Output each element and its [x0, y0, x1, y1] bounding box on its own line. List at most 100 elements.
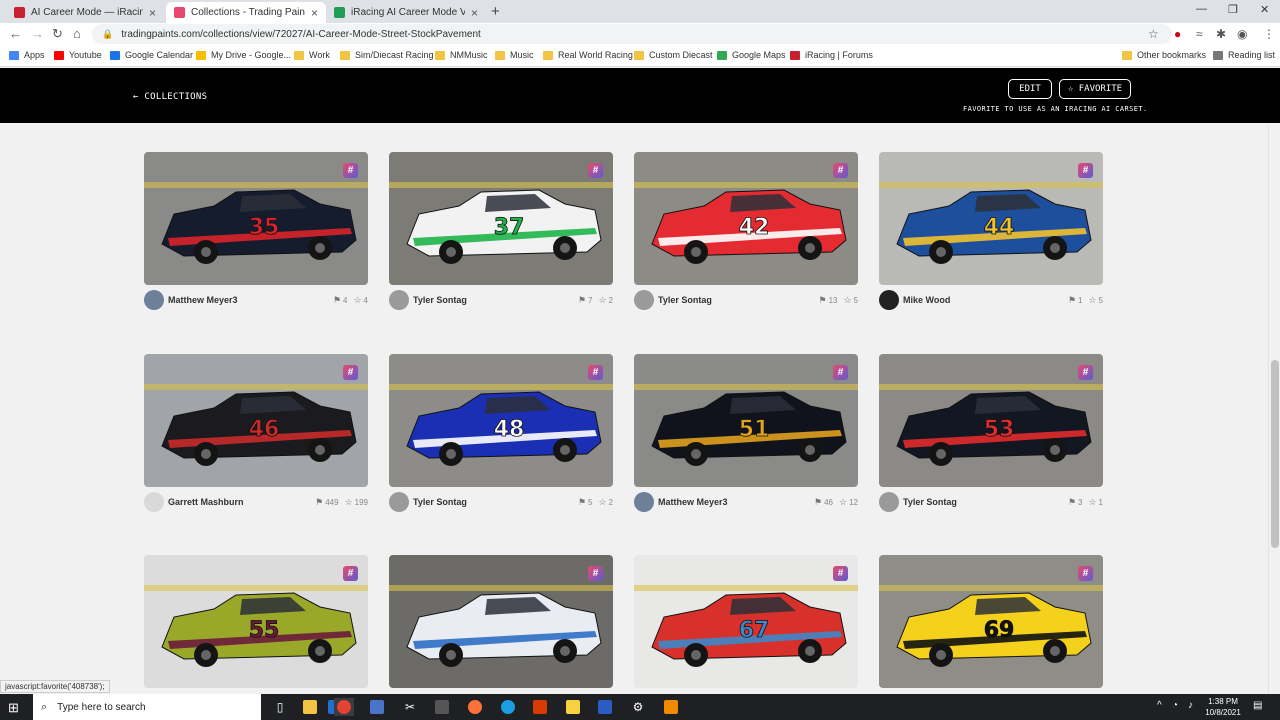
- back-arrow-icon[interactable]: ←: [9, 26, 22, 41]
- favorite-button[interactable]: ☆ FAVORITE: [1059, 79, 1131, 99]
- favorite-star-icon[interactable]: ☆: [843, 295, 851, 306]
- bookmark-work[interactable]: Work: [294, 50, 330, 60]
- hashtag-badge-icon[interactable]: #: [588, 365, 603, 380]
- reload-icon[interactable]: ↻: [52, 26, 63, 42]
- bookmark-nmmusic[interactable]: NMMusic: [435, 50, 488, 60]
- snip-tool-icon[interactable]: ✂: [400, 698, 420, 716]
- close-icon[interactable]: ×: [471, 6, 478, 20]
- sticky-notes-icon[interactable]: [563, 698, 583, 716]
- author-avatar[interactable]: [879, 290, 899, 310]
- bookmark-custom-diecast[interactable]: Custom Diecast: [634, 50, 713, 60]
- tray-chevron-up-icon[interactable]: ^: [1157, 700, 1162, 711]
- author-name[interactable]: Matthew Meyer3: [168, 295, 327, 305]
- paint-thumbnail[interactable]: 51 #: [634, 354, 858, 487]
- hashtag-badge-icon[interactable]: #: [833, 566, 848, 581]
- bookmark-google-maps[interactable]: Google Maps: [717, 50, 786, 60]
- chrome-icon[interactable]: [334, 698, 354, 716]
- minimize-icon[interactable]: —: [1196, 3, 1207, 15]
- hashtag-badge-icon[interactable]: #: [343, 163, 358, 178]
- paint-thumbnail[interactable]: 46 #: [144, 354, 368, 487]
- taskbar-search[interactable]: ⌕ Type here to search: [33, 694, 261, 720]
- favorite-star-icon[interactable]: ☆: [353, 295, 361, 306]
- hashtag-badge-icon[interactable]: #: [833, 163, 848, 178]
- paint-thumbnail[interactable]: 69 #: [879, 555, 1103, 688]
- hashtag-badge-icon[interactable]: #: [1078, 163, 1093, 178]
- author-name[interactable]: Matthew Meyer3: [658, 497, 808, 507]
- favorite-star-icon[interactable]: ☆: [598, 295, 606, 306]
- paint-thumbnail[interactable]: 37 #: [389, 152, 613, 285]
- paint-thumbnail[interactable]: 35 #: [144, 152, 368, 285]
- volume-icon[interactable]: ♪: [1188, 700, 1193, 711]
- paint-thumbnail[interactable]: 67 #: [634, 555, 858, 688]
- author-avatar[interactable]: [634, 492, 654, 512]
- author-avatar[interactable]: [144, 290, 164, 310]
- bookmark-star-icon[interactable]: ☆: [1148, 27, 1159, 41]
- network-icon[interactable]: ◔: [1172, 700, 1178, 711]
- forward-arrow-icon[interactable]: →: [31, 26, 44, 41]
- collections-back-link[interactable]: ← COLLECTIONS: [133, 92, 207, 102]
- author-avatar[interactable]: [879, 492, 899, 512]
- restore-icon[interactable]: ❐: [1228, 3, 1238, 16]
- bookmark-music[interactable]: Music: [495, 50, 534, 60]
- author-name[interactable]: Tyler Sontag: [413, 497, 572, 507]
- edge-icon[interactable]: [498, 698, 518, 716]
- calculator-icon[interactable]: [367, 698, 387, 716]
- author-name[interactable]: Tyler Sontag: [903, 497, 1062, 507]
- opera-extension-icon[interactable]: ●: [1174, 27, 1181, 41]
- bookmark-reading-list[interactable]: Reading list: [1213, 50, 1275, 60]
- menu-dots-icon[interactable]: ⋮: [1263, 27, 1275, 41]
- windows-start-icon[interactable]: ⊞: [8, 700, 19, 716]
- hashtag-badge-icon[interactable]: #: [588, 566, 603, 581]
- firefox-icon[interactable]: [465, 698, 485, 716]
- puzzle-icon[interactable]: ✱: [1216, 27, 1226, 41]
- profile-avatar-icon[interactable]: ◉: [1237, 27, 1247, 41]
- tab-collections[interactable]: Collections - Trading Paints ×: [166, 2, 326, 23]
- settings-gear-icon[interactable]: ⚙: [628, 698, 648, 716]
- window-close-icon[interactable]: ✕: [1260, 3, 1269, 16]
- bookmark-real-world-racing[interactable]: Real World Racing: [543, 50, 633, 60]
- tab-forum[interactable]: AI Career Mode — iRacing Forum ×: [6, 2, 164, 23]
- author-avatar[interactable]: [634, 290, 654, 310]
- author-avatar[interactable]: [389, 290, 409, 310]
- taskbar-clock[interactable]: 1:38 PM 10/8/2021: [1200, 696, 1246, 718]
- author-avatar[interactable]: [389, 492, 409, 512]
- bookmark-my-drive[interactable]: My Drive - Google...: [196, 50, 291, 60]
- author-name[interactable]: Tyler Sontag: [413, 295, 572, 305]
- author-name[interactable]: Tyler Sontag: [658, 295, 812, 305]
- page-scrollbar[interactable]: [1268, 124, 1280, 694]
- bookmark-google-calendar[interactable]: Google Calendar: [110, 50, 193, 60]
- hashtag-badge-icon[interactable]: #: [833, 365, 848, 380]
- favorite-star-icon[interactable]: ☆: [1088, 295, 1096, 306]
- office-icon[interactable]: [530, 698, 550, 716]
- live-app-icon[interactable]: [432, 698, 452, 716]
- bookmark-other[interactable]: Other bookmarks: [1122, 50, 1206, 60]
- author-avatar[interactable]: [144, 492, 164, 512]
- author-name[interactable]: Mike Wood: [903, 295, 1062, 305]
- favorite-star-icon[interactable]: ☆: [839, 497, 847, 508]
- new-tab-button[interactable]: +: [491, 3, 500, 20]
- paint-thumbnail[interactable]: #: [389, 555, 613, 688]
- bookmark-apps[interactable]: Apps: [9, 50, 45, 60]
- bookmark-youtube[interactable]: Youtube: [54, 50, 102, 60]
- notifications-icon[interactable]: ▤: [1253, 700, 1262, 711]
- favorite-star-icon[interactable]: ☆: [1088, 497, 1096, 508]
- hashtag-badge-icon[interactable]: #: [343, 365, 358, 380]
- file-explorer-icon[interactable]: [300, 698, 320, 716]
- hashtag-badge-icon[interactable]: #: [1078, 365, 1093, 380]
- favorite-star-icon[interactable]: ☆: [598, 497, 606, 508]
- close-icon[interactable]: ×: [311, 6, 318, 20]
- favorite-star-icon[interactable]: ☆: [345, 497, 353, 508]
- vlc-icon[interactable]: [661, 698, 681, 716]
- tab-sheet[interactable]: iRacing AI Career Mode Version ×: [326, 2, 486, 23]
- paint-thumbnail[interactable]: 48 #: [389, 354, 613, 487]
- address-bar[interactable]: 🔒 tradingpaints.com/collections/view/720…: [92, 24, 1172, 44]
- scrollbar-thumb[interactable]: [1271, 360, 1279, 548]
- hashtag-badge-icon[interactable]: #: [343, 566, 358, 581]
- hashtag-badge-icon[interactable]: #: [588, 163, 603, 178]
- paint-thumbnail[interactable]: 53 #: [879, 354, 1103, 487]
- edit-button[interactable]: EDIT: [1008, 79, 1052, 99]
- bookmark-sim-diecast[interactable]: Sim/Diecast Racing: [340, 50, 434, 60]
- close-icon[interactable]: ×: [149, 6, 156, 20]
- paint-thumbnail[interactable]: 44 #: [879, 152, 1103, 285]
- hashtag-badge-icon[interactable]: #: [1078, 566, 1093, 581]
